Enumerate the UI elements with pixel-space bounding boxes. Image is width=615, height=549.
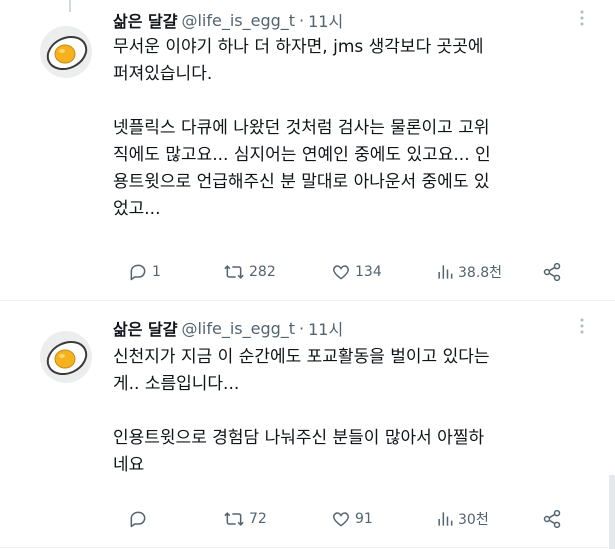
more-dots-icon[interactable]	[579, 317, 585, 342]
retweet-button[interactable]: 72	[223, 507, 267, 531]
scrollbar[interactable]	[609, 475, 615, 549]
retweet-count: 72	[249, 511, 267, 527]
timestamp[interactable]: 11시	[308, 8, 343, 32]
tweet-actions: 1 282 134 38.8천	[128, 260, 585, 284]
views-button[interactable]: 38.8천	[436, 260, 502, 284]
share-button[interactable]	[542, 507, 566, 531]
retweet-icon	[224, 265, 244, 279]
views-count: 30천	[458, 512, 489, 528]
separator-dot: ·	[299, 318, 305, 338]
avatar-egg[interactable]	[40, 331, 92, 383]
share-icon	[543, 509, 561, 529]
like-icon	[332, 512, 350, 527]
reply-button[interactable]: 1	[128, 260, 161, 284]
reply-button[interactable]	[128, 507, 152, 531]
like-button[interactable]: 134	[331, 260, 382, 284]
display-name[interactable]: 삶은 달걀	[113, 8, 177, 32]
tweet-header: 삶은 달걀 @life_is_egg_t · 11시	[113, 317, 585, 339]
user-handle[interactable]: @life_is_egg_t	[181, 11, 295, 30]
user-handle[interactable]: @life_is_egg_t	[181, 319, 295, 338]
tweet-header: 삶은 달걀 @life_is_egg_t · 11시	[113, 9, 585, 31]
separator-dot: ·	[299, 10, 305, 30]
reply-icon	[130, 511, 146, 528]
views-icon	[438, 265, 453, 279]
tweet-2[interactable]: 삶은 달걀 @life_is_egg_t · 11시 신천지가 지금 이 순간에…	[0, 301, 615, 548]
retweet-button[interactable]: 282	[223, 260, 276, 284]
like-button[interactable]: 91	[331, 507, 373, 531]
share-icon	[543, 262, 561, 282]
views-button[interactable]: 30천	[436, 507, 489, 531]
timestamp[interactable]: 11시	[308, 316, 343, 340]
tweet-1[interactable]: 삶은 달걀 @life_is_egg_t · 11시 무서운 이야기 하나 더 …	[0, 0, 615, 301]
reply-count: 1	[152, 264, 161, 280]
retweet-icon	[224, 512, 244, 526]
avatar-egg[interactable]	[40, 26, 92, 78]
display-name[interactable]: 삶은 달걀	[113, 316, 177, 340]
views-icon	[438, 512, 453, 526]
like-count: 91	[355, 511, 373, 527]
share-button[interactable]	[542, 260, 566, 284]
retweet-count: 282	[249, 264, 276, 280]
views-count: 38.8천	[458, 265, 503, 281]
more-dots-icon[interactable]	[579, 9, 585, 34]
tweet-actions: 72 91 30천	[128, 507, 585, 531]
like-icon	[332, 265, 350, 280]
reply-icon	[130, 264, 146, 281]
boiled-egg-icon	[40, 26, 92, 78]
like-count: 134	[355, 264, 382, 280]
tweet-text: 신천지가 지금 이 순간에도 포교활동을 벌이고 있다는 게.. 소름입니다..…	[113, 347, 490, 475]
boiled-egg-icon	[40, 331, 92, 383]
tweet-text: 무서운 이야기 하나 더 하자면, jms 생각보다 곳곳에 퍼져있습니다. 넷…	[113, 37, 491, 219]
